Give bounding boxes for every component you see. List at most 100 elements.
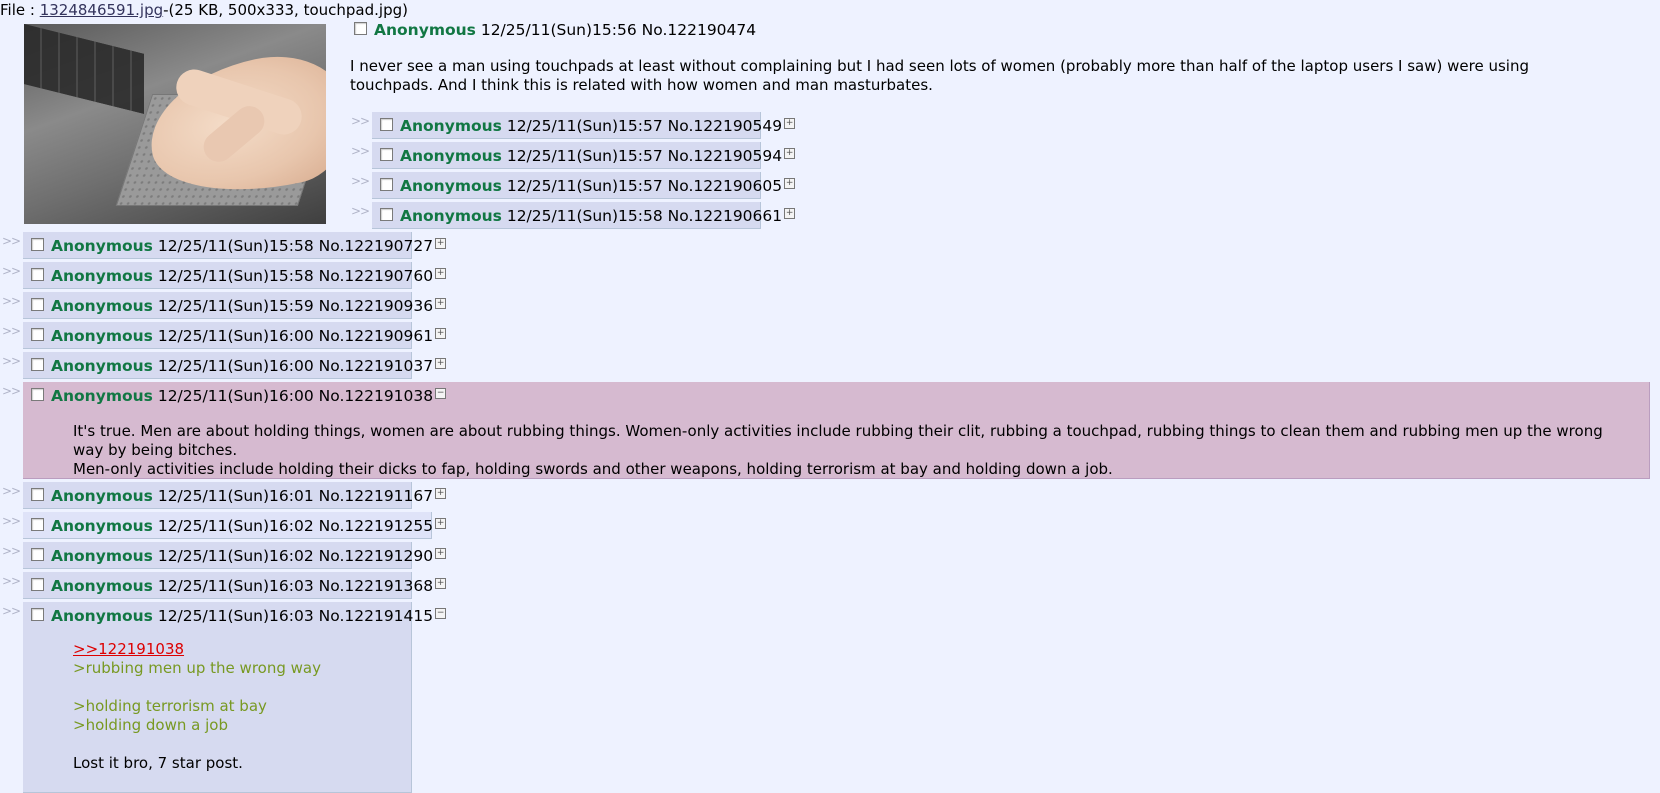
post-number[interactable]: No.122190727: [319, 237, 434, 255]
expand-icon[interactable]: +: [784, 208, 796, 219]
reply-header: Anonymous 12/25/11(Sun)15:57 No.12219059…: [380, 146, 796, 166]
comment-line: Men-only activities include holding thei…: [73, 460, 1113, 478]
expand-icon[interactable]: +: [435, 488, 447, 499]
expand-icon[interactable]: +: [435, 518, 447, 529]
expand-icon[interactable]: +: [435, 358, 447, 369]
reply-checkbox[interactable]: [380, 178, 393, 191]
expand-icon[interactable]: +: [435, 268, 447, 279]
reply-header: Anonymous 12/25/11(Sun)16:03 No.12219136…: [31, 576, 447, 596]
poster-name: Anonymous: [51, 297, 153, 315]
reply-post: Anonymous 12/25/11(Sun)16:02 No.12219129…: [23, 542, 447, 569]
expand-icon[interactable]: +: [784, 148, 796, 159]
poster-name: Anonymous: [400, 177, 502, 195]
reply-header: Anonymous 12/25/11(Sun)16:03 No.12219141…: [31, 606, 447, 626]
post-datetime: 12/25/11(Sun)15:58: [157, 237, 314, 255]
reply-checkbox[interactable]: [31, 518, 44, 531]
reply-arrow: >>: [2, 264, 21, 278]
reply-checkbox[interactable]: [31, 298, 44, 311]
reply-post: Anonymous 12/25/11(Sun)16:03 No.12219136…: [23, 572, 447, 599]
reply-header: Anonymous 12/25/11(Sun)16:00 No.12219103…: [31, 386, 447, 406]
post-number[interactable]: No.122190760: [319, 267, 434, 285]
reply-checkbox[interactable]: [31, 328, 44, 341]
reply-checkbox[interactable]: [380, 148, 393, 161]
collapse-icon[interactable]: −: [435, 388, 447, 399]
post-datetime: 12/25/11(Sun)16:01: [157, 487, 314, 505]
reply-arrow: >>: [2, 324, 21, 338]
reply-comment: It's true. Men are about holding things,…: [73, 422, 1629, 479]
expand-icon[interactable]: +: [435, 548, 447, 559]
reply-checkbox[interactable]: [31, 268, 44, 281]
poster-name: Anonymous: [51, 607, 153, 625]
post-number[interactable]: No.122191167: [319, 487, 434, 505]
reply-checkbox[interactable]: [31, 548, 44, 561]
reply-checkbox[interactable]: [31, 358, 44, 371]
post-number[interactable]: No.122190961: [319, 327, 434, 345]
post-number[interactable]: No.122190594: [668, 147, 783, 165]
expand-icon[interactable]: +: [435, 298, 447, 309]
greentext-line: >holding terrorism at bay: [73, 697, 267, 715]
post-number[interactable]: No.122190605: [668, 177, 783, 195]
greentext-line: >rubbing men up the wrong way: [73, 659, 321, 677]
comment-line: It's true. Men are about holding things,…: [73, 422, 1603, 459]
post-datetime: 12/25/11(Sun)16:00: [157, 357, 314, 375]
reply-arrow: >>: [351, 174, 370, 188]
reply-post: Anonymous 12/25/11(Sun)16:00 No.12219103…: [23, 382, 1650, 479]
reply-checkbox[interactable]: [31, 238, 44, 251]
post-number[interactable]: No.122191255: [319, 517, 434, 535]
poster-name: Anonymous: [51, 487, 153, 505]
post-number[interactable]: No.122191368: [319, 577, 434, 595]
quote-link[interactable]: >>122191038: [73, 640, 321, 659]
reply-checkbox[interactable]: [380, 208, 393, 221]
expand-icon[interactable]: +: [784, 118, 796, 129]
post-number[interactable]: No.122191290: [319, 547, 434, 565]
reply-header: Anonymous 12/25/11(Sun)15:59 No.12219093…: [31, 296, 447, 316]
file-link[interactable]: 1324846591.jpg: [40, 1, 163, 19]
post-datetime: 12/25/11(Sun)16:00: [157, 327, 314, 345]
reply-header: Anonymous 12/25/11(Sun)16:02 No.12219129…: [31, 546, 447, 566]
post-datetime: 12/25/11(Sun)15:57: [506, 117, 663, 135]
expand-icon[interactable]: +: [784, 178, 796, 189]
post-number[interactable]: No.122190474: [642, 21, 757, 39]
post-datetime: 12/25/11(Sun)15:58: [506, 207, 663, 225]
post-number[interactable]: No.122190661: [668, 207, 783, 225]
op-checkbox[interactable]: [354, 22, 367, 35]
comment-line: Lost it bro, 7 star post.: [73, 754, 243, 772]
post-number[interactable]: No.122191037: [319, 357, 434, 375]
collapse-icon[interactable]: −: [435, 608, 447, 619]
post-datetime: 12/25/11(Sun)15:58: [157, 267, 314, 285]
reply-post: Anonymous 12/25/11(Sun)16:02 No.12219125…: [23, 512, 447, 539]
reply-checkbox[interactable]: [31, 488, 44, 501]
poster-name: Anonymous: [400, 147, 502, 165]
reply-post: Anonymous 12/25/11(Sun)15:59 No.12219093…: [23, 292, 447, 319]
post-number[interactable]: No.122191415: [319, 607, 434, 625]
post-datetime: 12/25/11(Sun)15:57: [506, 147, 663, 165]
op-thumbnail[interactable]: [24, 24, 326, 224]
reply-comment: >>122191038 >rubbing men up the wrong way…: [73, 640, 321, 773]
reply-header: Anonymous 12/25/11(Sun)16:02 No.12219125…: [31, 516, 447, 536]
poster-name: Anonymous: [51, 267, 153, 285]
reply-checkbox[interactable]: [31, 388, 44, 401]
poster-name: Anonymous: [51, 237, 153, 255]
reply-header: Anonymous 12/25/11(Sun)15:58 No.12219066…: [380, 206, 796, 226]
poster-name: Anonymous: [51, 327, 153, 345]
post-number[interactable]: No.122190936: [319, 297, 434, 315]
poster-name: Anonymous: [51, 387, 153, 405]
expand-icon[interactable]: +: [435, 328, 447, 339]
post-number[interactable]: No.122190549: [668, 117, 783, 135]
expand-icon[interactable]: +: [435, 578, 447, 589]
reply-arrow: >>: [351, 114, 370, 128]
op-header: Anonymous 12/25/11(Sun)15:56 No.12219047…: [354, 20, 756, 40]
reply-checkbox[interactable]: [380, 118, 393, 131]
reply-header: Anonymous 12/25/11(Sun)16:00 No.12219103…: [31, 356, 447, 376]
reply-checkbox[interactable]: [31, 578, 44, 591]
reply-arrow: >>: [2, 354, 21, 368]
poster-name: Anonymous: [51, 577, 153, 595]
keyboard-graphic: [24, 24, 144, 114]
reply-arrow: >>: [351, 204, 370, 218]
reply-post: Anonymous 12/25/11(Sun)15:57 No.12219054…: [372, 112, 796, 139]
post-number[interactable]: No.122191038: [319, 387, 434, 405]
reply-checkbox[interactable]: [31, 608, 44, 621]
reply-arrow: >>: [2, 574, 21, 588]
expand-icon[interactable]: +: [435, 238, 447, 249]
